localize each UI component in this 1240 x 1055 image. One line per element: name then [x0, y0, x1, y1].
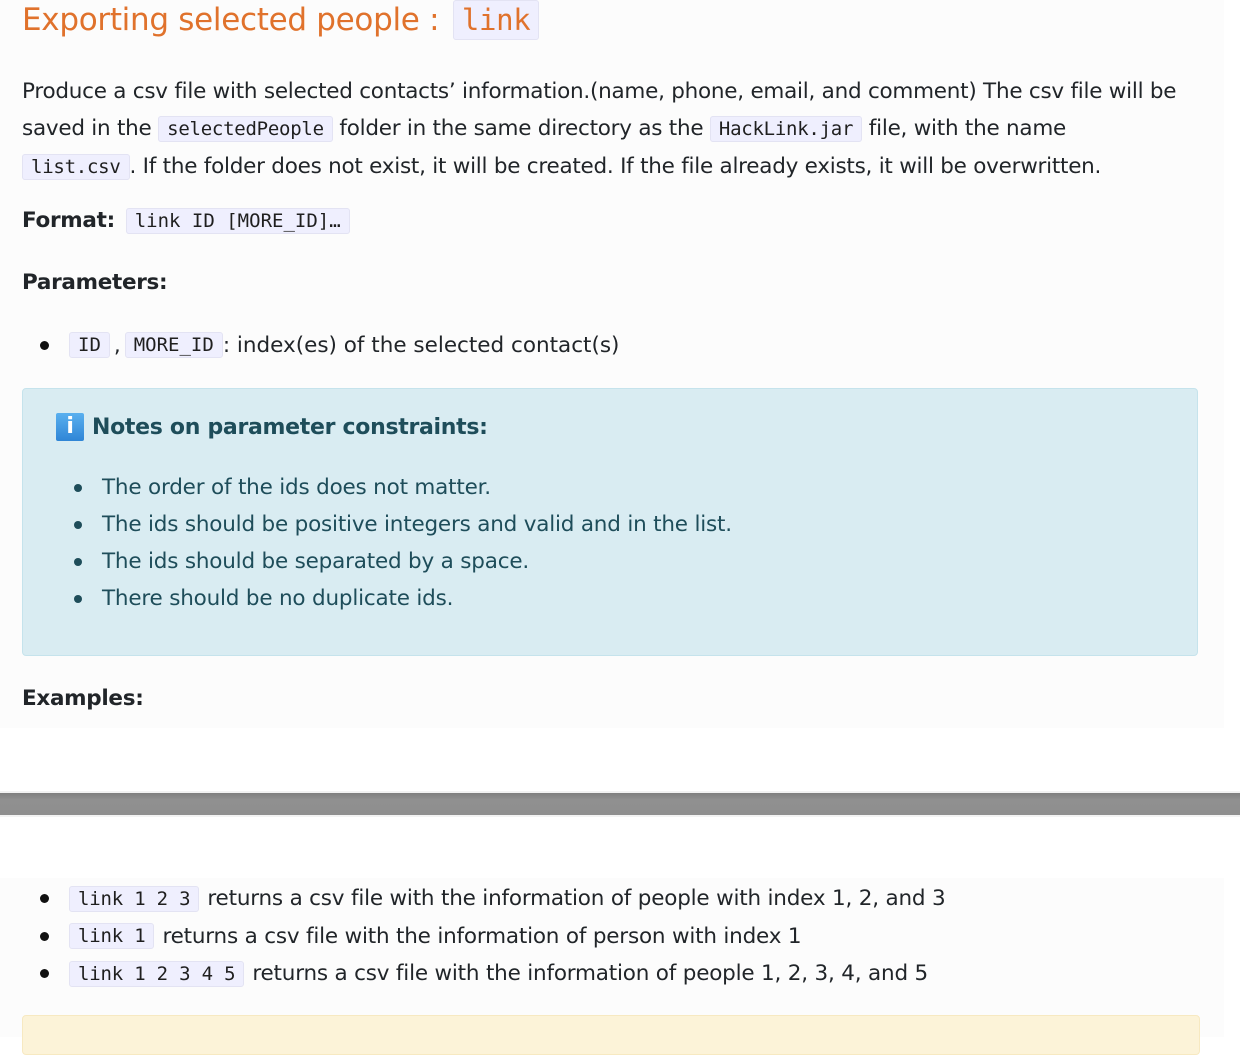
format-line: Format: link ID [MORE_ID]…	[22, 208, 350, 234]
note-item: There should be no duplicate ids.	[71, 580, 732, 617]
parameter-item: ID , MORE_ID : index(es) of the selected…	[22, 326, 619, 364]
examples-heading: Examples:	[22, 686, 144, 711]
info-note-box: i Notes on parameter constraints: The or…	[22, 388, 1198, 656]
description-text: saved in the	[22, 116, 152, 141]
bullet-icon	[40, 340, 49, 350]
param-description: : index(es) of the selected contact(s)	[222, 332, 620, 358]
note-item-text: The order of the ids does not matter.	[102, 475, 491, 500]
bullet-icon	[40, 894, 49, 904]
warning-note-box	[22, 1015, 1200, 1055]
jar-code: HackLink.jar	[709, 116, 863, 142]
section-title: Exporting selected people : link	[22, 0, 540, 40]
note-item: The ids should be positive integers and …	[71, 506, 732, 543]
example-item: link 1 2 3 returns a csv file with the i…	[22, 880, 946, 918]
description-text: folder in the same directory as the	[339, 116, 704, 141]
parameters-list: ID , MORE_ID : index(es) of the selected…	[22, 326, 619, 364]
example-code: link 1 2 3	[69, 885, 200, 912]
description-paragraph: Produce a csv file with selected contact…	[22, 73, 1202, 186]
folder-code: selectedPeople	[158, 116, 333, 142]
bullet-icon	[74, 594, 82, 603]
example-text: returns a csv file with the information …	[252, 961, 929, 987]
example-item: link 1 2 3 4 5 returns a csv file with t…	[22, 955, 945, 993]
example-item: link 1 returns a csv file with the infor…	[22, 918, 945, 956]
description-text: file, with the name	[868, 116, 1066, 141]
note-item-text: The ids should be separated by a space.	[102, 549, 529, 574]
bullet-icon	[74, 557, 82, 566]
page-break-band	[0, 793, 1240, 815]
example-text: returns a csv file with the information …	[207, 886, 946, 912]
example-code: link 1 2 3 4 5	[69, 960, 245, 987]
note-item-text: There should be no duplicate ids.	[102, 586, 454, 611]
note-list: The order of the ids does not matter. Th…	[71, 469, 732, 617]
bullet-icon	[40, 931, 49, 941]
example-text: returns a csv file with the information …	[162, 923, 802, 949]
description-text: . If the folder does not exist, it will …	[129, 154, 1102, 179]
format-label: Format:	[22, 208, 115, 233]
note-item: The order of the ids does not matter.	[71, 469, 732, 506]
note-heading-text: Notes on parameter constraints:	[92, 414, 488, 440]
description-text: Produce a csv file with selected contact…	[22, 79, 1177, 104]
filename-code: list.csv	[22, 154, 130, 180]
command-code: link	[452, 0, 540, 40]
info-icon: i	[56, 413, 84, 441]
note-heading: i Notes on parameter constraints:	[56, 413, 488, 441]
param-separator: ,	[113, 332, 121, 358]
note-item: The ids should be separated by a space.	[71, 543, 732, 580]
param-code-id: ID	[69, 332, 110, 358]
bullet-icon	[40, 969, 49, 979]
note-item-text: The ids should be positive integers and …	[102, 512, 732, 537]
section-title-text: Exporting selected people :	[22, 2, 440, 38]
parameters-heading: Parameters:	[22, 270, 168, 295]
examples-list: link 1 2 3 returns a csv file with the i…	[22, 880, 946, 993]
format-code: link ID [MORE_ID]…	[125, 208, 350, 234]
bullet-icon	[74, 520, 82, 529]
example-code: link 1	[69, 923, 155, 950]
bullet-icon	[74, 483, 82, 492]
page-break-divider	[0, 791, 1240, 817]
param-code-more-id: MORE_ID	[124, 332, 223, 358]
